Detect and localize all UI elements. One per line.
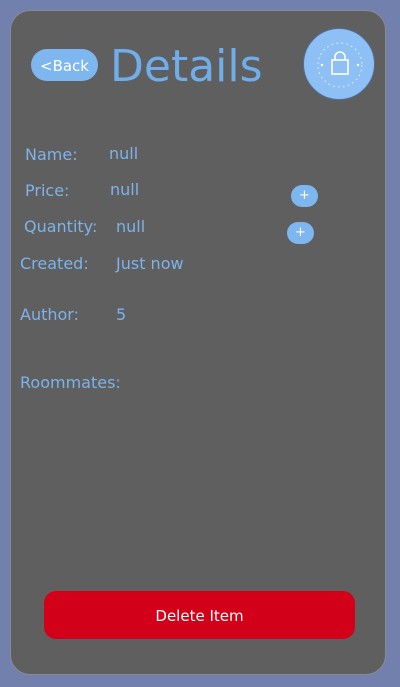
quantity-label: Quantity: (24, 217, 98, 236)
page-title: Details (110, 41, 263, 92)
roommates-label: Roommates: (20, 373, 121, 392)
shopping-bag-logo-icon (303, 28, 375, 100)
created-label: Created: (20, 254, 89, 273)
created-value: Just now (116, 254, 184, 273)
quantity-increment-button[interactable]: + (287, 222, 314, 244)
name-label: Name: (25, 145, 78, 164)
author-value: 5 (116, 305, 127, 324)
author-label: Author: (20, 305, 79, 324)
delete-item-button[interactable]: Delete Item (44, 591, 355, 639)
details-card: <Back Details Name: null Price: null + Q… (10, 10, 386, 675)
price-label: Price: (25, 181, 70, 200)
price-increment-button[interactable]: + (291, 185, 318, 207)
name-value: null (109, 144, 139, 163)
price-value: null (110, 180, 140, 199)
quantity-value: null (116, 217, 146, 236)
back-button[interactable]: <Back (31, 49, 98, 81)
